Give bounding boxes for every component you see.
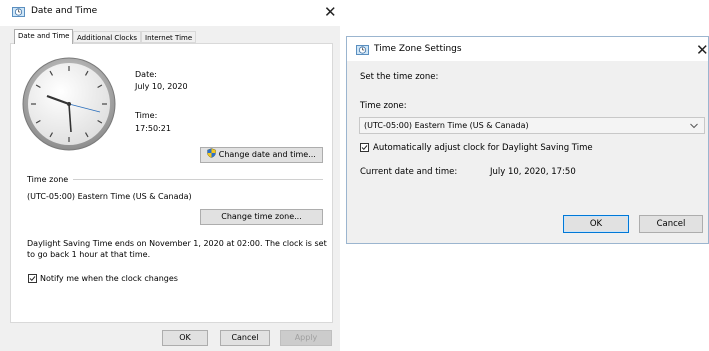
apply-button[interactable]: Apply <box>280 330 332 346</box>
clock-window-icon <box>356 45 369 55</box>
window-title: Date and Time <box>31 6 98 16</box>
current-date-time-value: July 10, 2020, 17:50 <box>490 167 576 177</box>
change-date-time-label: Change date and time... <box>218 150 316 159</box>
close-icon[interactable]: ✕ <box>324 5 337 20</box>
window-title: Time Zone Settings <box>374 44 462 54</box>
checkmark-icon <box>29 276 36 282</box>
instruction-text: Set the time zone: <box>360 72 439 82</box>
checkmark-icon <box>361 145 368 151</box>
dst-info-line-1: Daylight Saving Time ends on November 1,… <box>27 239 327 248</box>
change-time-zone-button[interactable]: Change time zone... <box>200 209 323 225</box>
title-bar[interactable]: Time Zone Settings ✕ <box>347 37 709 61</box>
uac-shield-icon <box>207 148 216 158</box>
date-label: Date: <box>135 70 157 79</box>
clock-window-icon <box>12 7 25 17</box>
tab-internet-time[interactable]: Internet Time <box>141 31 197 43</box>
time-zone-value: (UTC-05:00) Eastern Time (US & Canada) <box>27 192 192 201</box>
time-zone-label: Time zone: <box>360 101 407 111</box>
title-bar[interactable]: Date and Time ✕ <box>0 0 340 26</box>
apply-label: Apply <box>294 333 318 342</box>
ok-button[interactable]: OK <box>563 215 629 233</box>
time-zone-section-label: Time zone <box>27 175 69 184</box>
time-zone-selected: (UTC-05:00) Eastern Time (US & Canada) <box>364 121 529 130</box>
cancel-label: Cancel <box>656 219 686 229</box>
chevron-down-icon <box>690 123 698 129</box>
notify-checkbox[interactable] <box>28 274 37 283</box>
close-icon[interactable]: ✕ <box>696 43 709 58</box>
cancel-button[interactable]: Cancel <box>639 215 703 233</box>
time-value: 17:50:21 <box>135 124 171 133</box>
analog-clock <box>22 57 116 151</box>
tab-label: Date and Time <box>18 32 70 40</box>
current-date-time-label: Current date and time: <box>360 167 458 177</box>
tab-date-and-time[interactable]: Date and Time <box>14 29 74 44</box>
time-label: Time: <box>135 111 158 120</box>
time-zone-dropdown[interactable]: (UTC-05:00) Eastern Time (US & Canada) <box>359 117 705 134</box>
ok-button[interactable]: OK <box>162 330 208 346</box>
change-date-time-button[interactable]: Change date and time... <box>200 147 323 163</box>
cancel-label: Cancel <box>231 333 259 342</box>
tab-label: Internet Time <box>145 34 193 42</box>
date-and-time-panel: Date: July 10, 2020 Time: 17:50:21 Chang… <box>10 43 333 323</box>
dst-info-line-2: to go back 1 hour at that time. <box>27 250 151 259</box>
ok-label: OK <box>589 219 603 229</box>
date-value: July 10, 2020 <box>135 82 188 91</box>
date-and-time-dialog: Date and Time ✕ Date and Time Additional… <box>0 0 340 351</box>
tab-additional-clocks[interactable]: Additional Clocks <box>73 31 142 43</box>
cancel-button[interactable]: Cancel <box>220 330 270 346</box>
notify-checkbox-label: Notify me when the clock changes <box>40 274 178 283</box>
tab-label: Additional Clocks <box>77 34 138 42</box>
ok-label: OK <box>179 333 191 342</box>
dst-checkbox-label: Automatically adjust clock for Daylight … <box>373 143 593 153</box>
time-zone-settings-dialog: Time Zone Settings ✕ Set the time zone: … <box>346 36 709 244</box>
section-divider <box>73 179 323 180</box>
change-time-zone-label: Change time zone... <box>221 212 302 221</box>
dst-checkbox[interactable] <box>360 143 369 152</box>
